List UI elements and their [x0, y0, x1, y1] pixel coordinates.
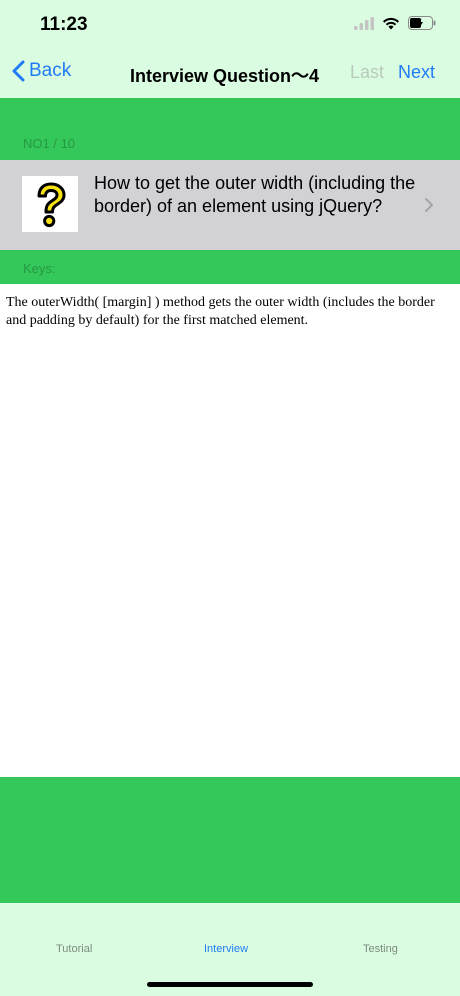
navigation-bar: Back Interview Question～4 Last Next [0, 48, 460, 98]
home-indicator [147, 982, 313, 987]
question-text: How to get the outer width (including th… [94, 173, 416, 216]
page-title: Interview Question～4 [130, 66, 320, 86]
wifi-icon [382, 17, 400, 35]
bottom-band [0, 777, 460, 903]
battery-icon [408, 16, 436, 35]
tab-tutorial[interactable]: Tutorial [56, 943, 92, 955]
status-time: 11:23 [40, 14, 88, 35]
answer-text: The outerWidth( [margin] ) method gets t… [6, 295, 435, 328]
keys-band: Keys: [0, 250, 460, 284]
chevron-left-icon [12, 60, 25, 82]
status-icons [354, 16, 436, 35]
signal-icon [354, 16, 374, 35]
status-bar: 11:23 [0, 0, 460, 48]
tab-interview[interactable]: Interview [204, 943, 248, 955]
tab-testing[interactable]: Testing [363, 943, 398, 955]
keys-label: Keys: [23, 261, 56, 276]
chevron-right-icon [424, 197, 434, 218]
question-mark-icon [22, 176, 78, 232]
question-index: NO1 / 10 [23, 136, 76, 151]
question-header-band: NO1 / 10 [0, 98, 460, 160]
last-button[interactable]: Last [350, 62, 384, 83]
back-label: Back [29, 60, 72, 81]
next-button[interactable]: Next [398, 62, 435, 83]
back-button[interactable]: Back [12, 60, 71, 82]
